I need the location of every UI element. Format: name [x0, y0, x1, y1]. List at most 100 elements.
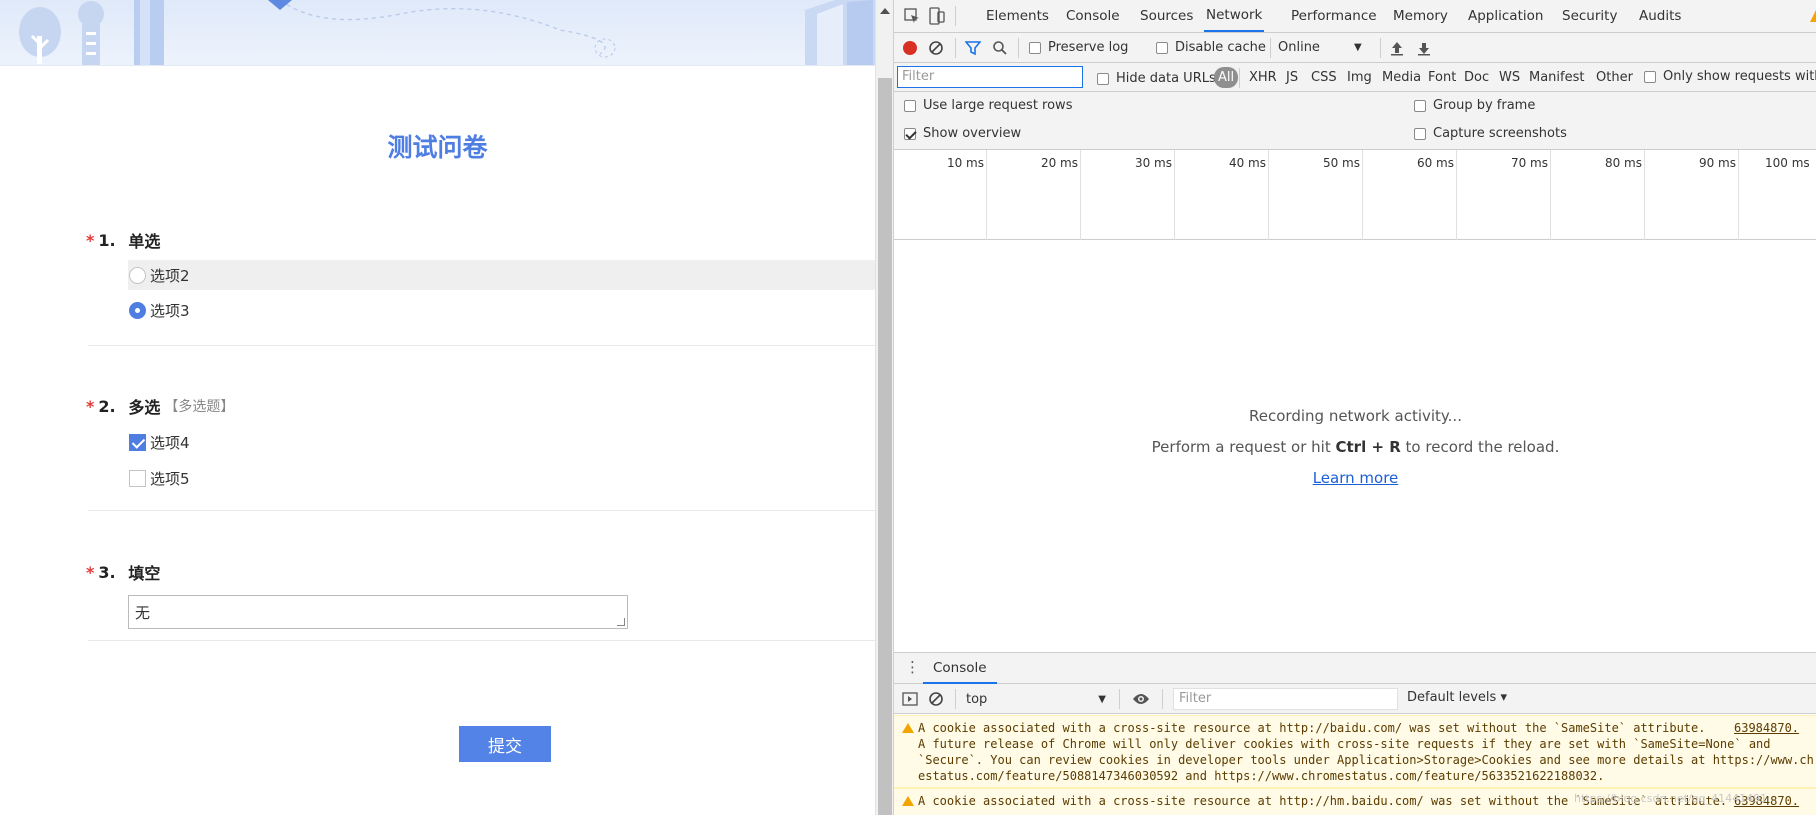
tab-console[interactable]: Console — [1066, 0, 1120, 32]
message-source-link[interactable]: 63984870. — [1734, 720, 1799, 736]
checkbox[interactable] — [1644, 70, 1656, 83]
group-by-frame-checkbox[interactable]: Group by frame — [1414, 98, 1535, 113]
eye-icon[interactable] — [1132, 692, 1150, 706]
throttling-select[interactable]: Online ▼ — [1278, 40, 1362, 55]
checkbox[interactable] — [1414, 127, 1426, 140]
samesite-issues-checkbox[interactable]: Only show requests with SameSite issues — [1644, 69, 1816, 84]
context-select[interactable]: top ▼ — [966, 689, 1106, 709]
empty-line-2: Perform a request or hit Ctrl + R to rec… — [894, 438, 1816, 456]
tab-audits[interactable]: Audits — [1639, 0, 1681, 32]
network-filter-input[interactable]: Filter — [897, 66, 1083, 88]
checkbox[interactable] — [1414, 99, 1426, 112]
dropdown-arrow-icon: ▼ — [1353, 42, 1362, 53]
required-star: * — [86, 396, 95, 416]
tab-security[interactable]: Security — [1562, 0, 1617, 32]
submit-button[interactable]: 提交 — [459, 726, 551, 762]
checkbox[interactable] — [1097, 72, 1109, 85]
tab-sources[interactable]: Sources — [1140, 0, 1193, 32]
inspect-element-icon[interactable] — [904, 8, 920, 24]
divider — [88, 345, 875, 346]
option-label: 选项5 — [150, 469, 190, 488]
checkbox-label: Preserve log — [1048, 40, 1129, 55]
filter-type-media[interactable]: Media — [1379, 67, 1424, 88]
watermark-text: https://blog.csdn.net/qq_41441491 — [1574, 792, 1768, 805]
tab-console-drawer[interactable]: Console — [923, 653, 997, 684]
radio-option-3[interactable]: 选项3 — [128, 295, 875, 325]
timeline-tick-label: 30 ms — [1134, 156, 1172, 170]
filter-type-css[interactable]: CSS — [1308, 67, 1340, 88]
filter-type-img[interactable]: Img — [1344, 67, 1375, 88]
checkbox[interactable] — [1156, 41, 1168, 54]
checkbox-label: Disable cache — [1175, 40, 1266, 55]
timeline-gridline: 50 ms — [1269, 150, 1363, 240]
tower-decoration-icon — [78, 1, 104, 65]
disable-cache-checkbox[interactable]: Disable cache — [1156, 40, 1266, 55]
search-icon[interactable] — [992, 40, 1008, 56]
radio-option-2[interactable]: 选项2 — [128, 260, 875, 290]
checkbox-label: Hide data URLs — [1116, 71, 1216, 86]
checkbox[interactable] — [904, 99, 916, 112]
separator — [1018, 38, 1019, 58]
tab-application[interactable]: Application — [1468, 0, 1543, 32]
checkbox-checked[interactable] — [904, 127, 916, 140]
filter-type-xhr[interactable]: XHR — [1246, 67, 1280, 88]
timeline-tick-label: 90 ms — [1698, 156, 1736, 170]
drawer-tabbar: ⋮ Console — [894, 653, 1816, 684]
learn-more-link[interactable]: Learn more — [1313, 469, 1399, 487]
question-3-header: * 3. 填空 — [86, 560, 160, 584]
network-overview-timeline[interactable]: 10 ms 20 ms 30 ms 40 ms 50 ms 60 ms 70 m… — [894, 150, 1816, 240]
page-scrollbar[interactable] — [875, 0, 893, 815]
warning-line: A cookie associated with a cross-site re… — [918, 721, 1706, 735]
filter-type-other[interactable]: Other — [1593, 67, 1636, 88]
show-overview-checkbox[interactable]: Show overview — [904, 126, 1021, 141]
filter-type-doc[interactable]: Doc — [1461, 67, 1492, 88]
scroll-up-arrow-icon[interactable] — [880, 8, 890, 14]
warning-count-icon[interactable] — [1810, 10, 1816, 22]
import-har-icon[interactable] — [1389, 40, 1405, 56]
filter-type-all[interactable]: All — [1214, 67, 1239, 88]
radio-button-selected[interactable] — [129, 301, 146, 319]
timeline-tick-label: 100 ms — [1765, 156, 1810, 170]
tab-memory[interactable]: Memory — [1393, 0, 1448, 32]
question-3: * 3. 填空 无 — [86, 560, 875, 641]
tab-elements[interactable]: Elements — [986, 0, 1049, 32]
question-1: * 1. 单选 选项2 选项3 — [86, 228, 875, 346]
device-toolbar-icon[interactable] — [929, 7, 945, 25]
large-request-rows-checkbox[interactable]: Use large request rows — [904, 98, 1072, 113]
clear-console-icon[interactable] — [928, 691, 944, 707]
empty-text: Perform a request or hit — [1151, 438, 1336, 456]
capture-screenshots-checkbox[interactable]: Capture screenshots — [1414, 126, 1567, 141]
checkbox[interactable] — [1029, 41, 1041, 54]
filter-type-js[interactable]: JS — [1283, 67, 1301, 88]
filter-type-ws[interactable]: WS — [1496, 67, 1523, 88]
clear-icon[interactable] — [928, 40, 944, 56]
dropdown-arrow-icon: ▼ — [1098, 693, 1106, 705]
record-icon[interactable] — [902, 40, 918, 56]
checkbox[interactable] — [129, 469, 146, 487]
console-filter-input[interactable]: Filter — [1173, 688, 1398, 710]
filter-type-font[interactable]: Font — [1425, 67, 1459, 88]
scrollbar-thumb[interactable] — [878, 78, 892, 815]
tab-label: Console — [933, 659, 987, 676]
filter-type-manifest[interactable]: Manifest — [1526, 67, 1587, 88]
timeline-gridline: 40 ms — [1175, 150, 1269, 240]
log-levels-select[interactable]: Default levels ▾ — [1407, 690, 1507, 705]
fill-in-textarea[interactable]: 无 — [128, 595, 628, 629]
drawer-menu-icon[interactable]: ⋮ — [905, 658, 920, 676]
filter-icon[interactable] — [965, 40, 981, 56]
checkbox-label: Show overview — [923, 126, 1022, 141]
preserve-log-checkbox[interactable]: Preserve log — [1029, 40, 1128, 55]
checkbox-option-4[interactable]: 选项4 — [128, 427, 875, 457]
export-har-icon[interactable] — [1416, 40, 1432, 56]
radio-button[interactable] — [129, 266, 146, 284]
sidebar-toggle-icon[interactable] — [902, 691, 918, 707]
question-number: 1. — [98, 230, 116, 250]
warning-icon — [902, 723, 914, 733]
hide-data-urls-checkbox[interactable]: Hide data URLs — [1097, 71, 1216, 86]
checkbox-checked[interactable] — [129, 433, 146, 451]
tab-network[interactable]: Network — [1204, 0, 1265, 32]
tab-performance[interactable]: Performance — [1291, 0, 1377, 32]
resize-handle-icon[interactable] — [617, 618, 625, 626]
checkbox-option-5[interactable]: 选项5 — [128, 463, 875, 493]
question-type-tag: 【多选题】 — [164, 399, 235, 415]
